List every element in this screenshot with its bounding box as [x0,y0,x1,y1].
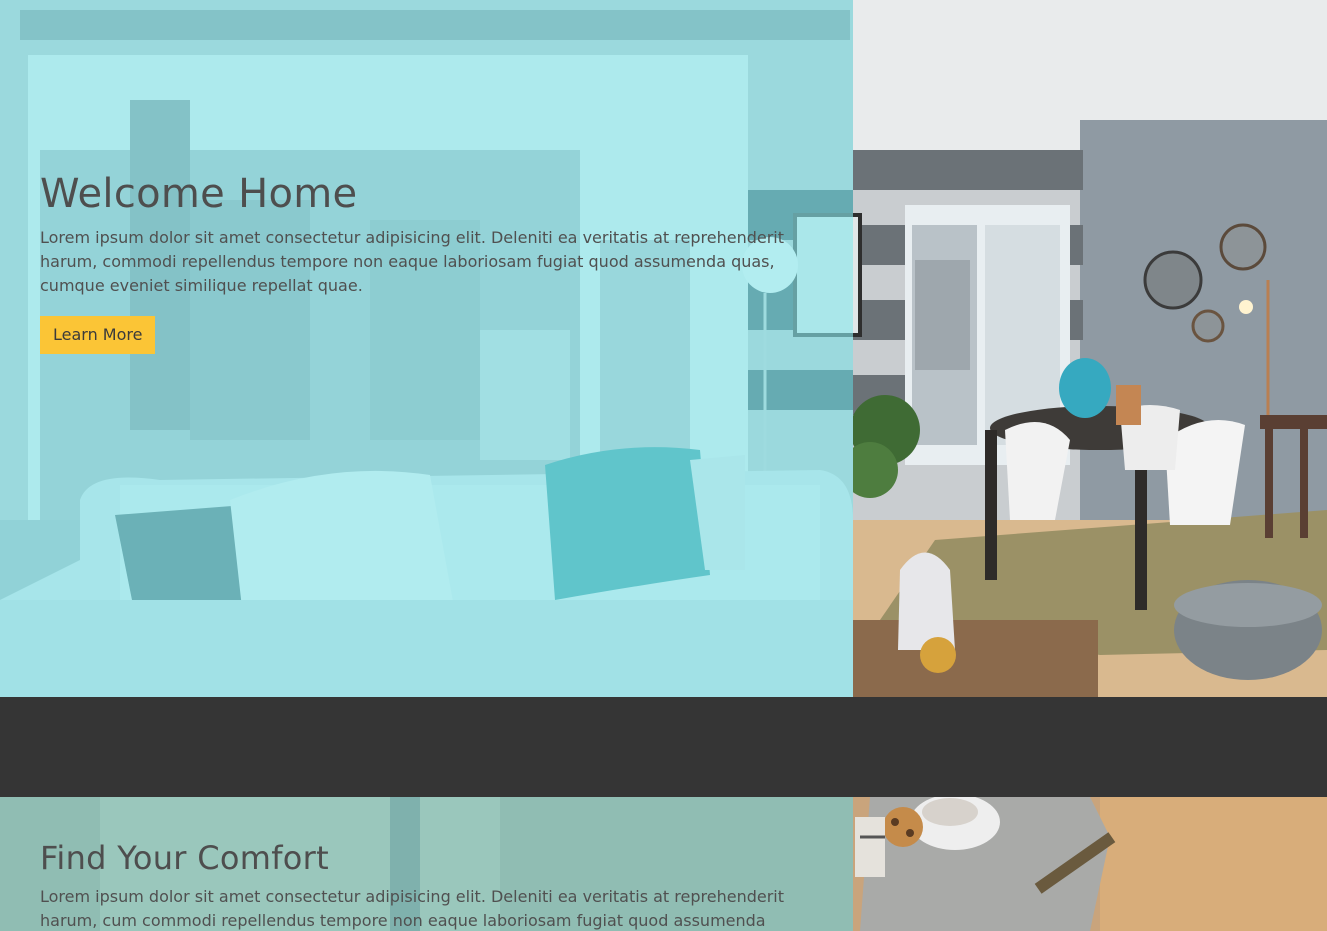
comfort-content: Find Your Comfort Lorem ipsum dolor sit … [40,837,800,931]
hero-title: Welcome Home [40,171,358,217]
hero-content: Welcome Home Lorem ipsum dolor sit amet … [40,170,800,354]
comfort-title: Find Your Comfort [40,839,329,877]
learn-more-button[interactable]: Learn More [40,316,156,354]
section-divider-band [0,697,1327,797]
comfort-section: Find Your Comfort Lorem ipsum dolor sit … [0,797,1327,931]
hero-section: Welcome Home Lorem ipsum dolor sit amet … [0,0,1327,697]
comfort-text: Lorem ipsum dolor sit amet consectetur a… [40,887,784,930]
hero-text: Lorem ipsum dolor sit amet consectetur a… [40,228,784,295]
